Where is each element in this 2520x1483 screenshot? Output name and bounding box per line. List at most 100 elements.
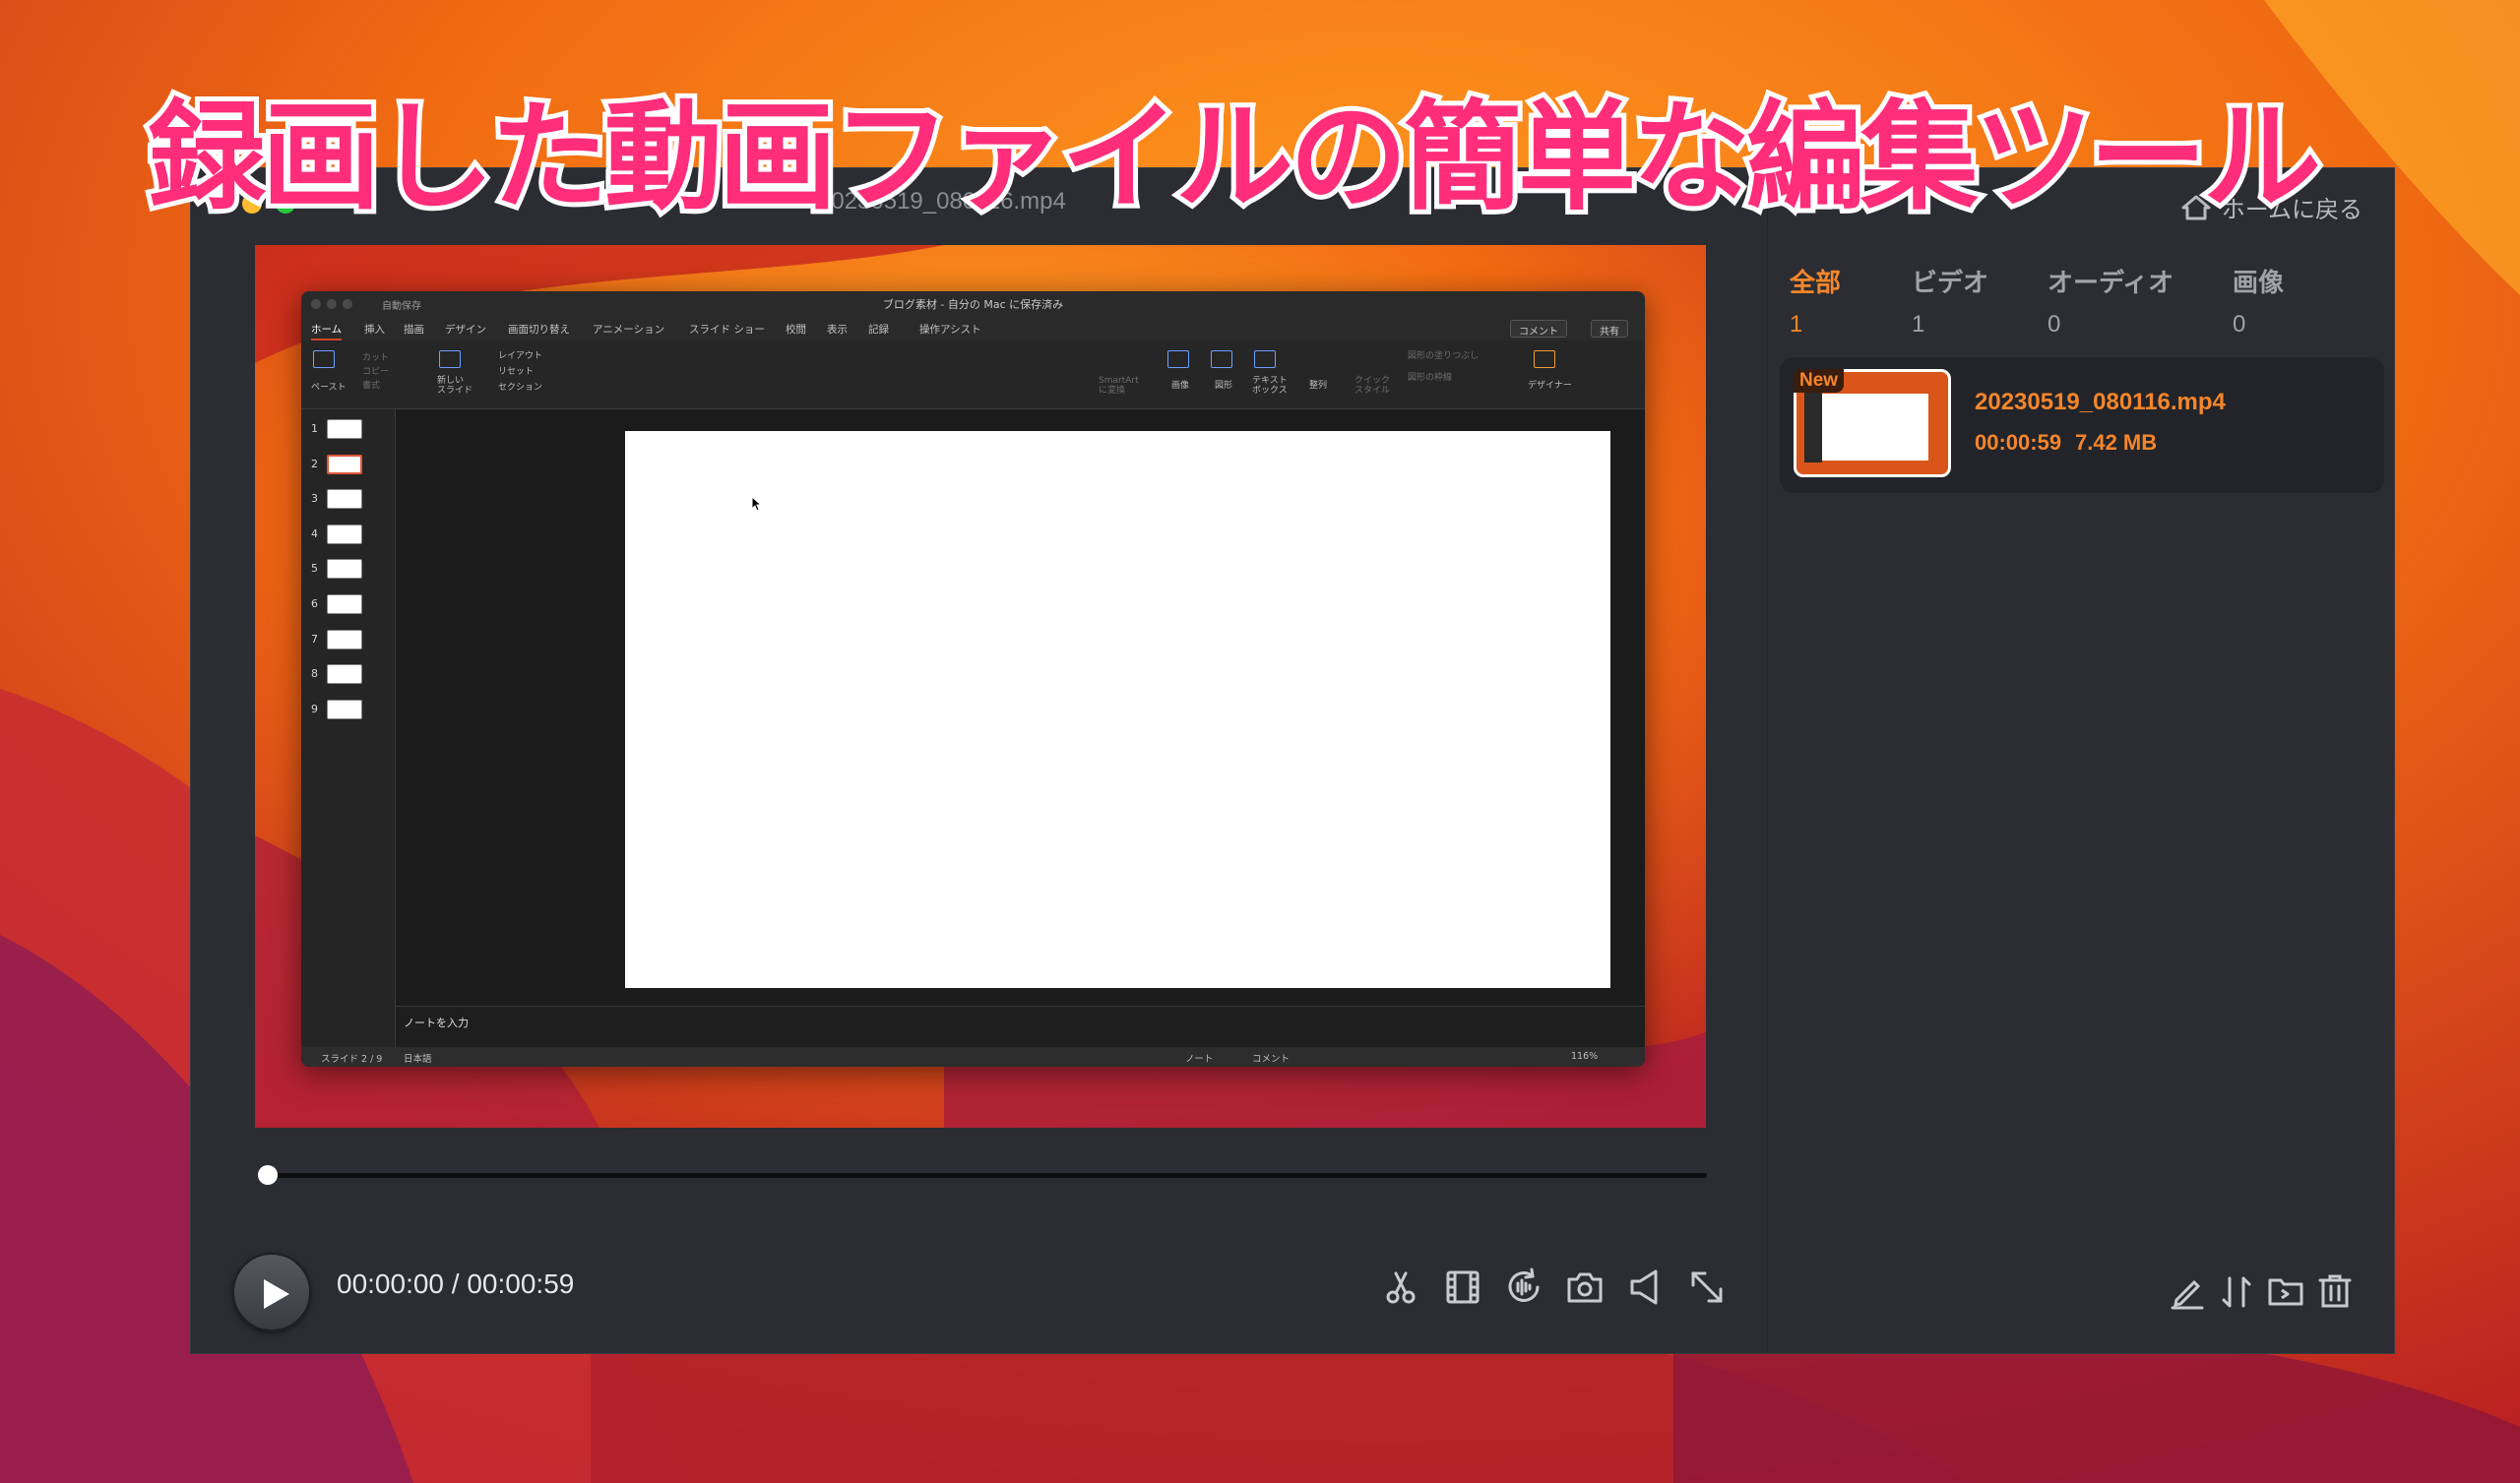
ppt-smartart-label: SmartArt に変換 — [1099, 376, 1139, 396]
filter-tab-video[interactable]: ビデオ 1 — [1912, 263, 1988, 339]
volume-button[interactable] — [1624, 1266, 1668, 1309]
filter-tab-all[interactable]: 全部 1 — [1790, 263, 1841, 339]
filter-tab-image[interactable]: 画像 0 — [2233, 263, 2284, 339]
edit-button[interactable] — [2167, 1270, 2208, 1312]
open-folder-button[interactable] — [2265, 1270, 2306, 1312]
time-readout: 00:00:00 / 00:00:59 — [337, 1268, 574, 1300]
new-slide-icon — [439, 350, 461, 368]
ppt-reset-label: リセット — [498, 367, 535, 377]
ppt-paste-label: ペースト — [311, 383, 346, 393]
ppt-tab: スライド ショー — [689, 324, 765, 336]
ppt-tab: 挿入 — [364, 324, 385, 336]
slide-thumbnail-number: 7 — [311, 632, 318, 646]
audio-effect-button[interactable] — [1502, 1266, 1545, 1309]
ppt-tab: 操作アシスト — [919, 324, 981, 336]
snapshot-button[interactable] — [1563, 1266, 1606, 1309]
file-duration: 00:00:59 — [1975, 430, 2062, 455]
textbox-icon — [1254, 350, 1276, 368]
ppt-notes-toggle: ノート — [1185, 1054, 1214, 1065]
ppt-picture-label: 画像 — [1171, 381, 1190, 391]
ppt-zoom-level: 116% — [1571, 1051, 1599, 1062]
trash-icon — [2318, 1274, 2352, 1308]
filter-tab-label: ビデオ — [1912, 268, 1989, 297]
ppt-share-button: 共有 — [1591, 320, 1628, 338]
ppt-tab: ホーム — [311, 322, 343, 340]
ppt-ribbon: ペースト カット コピー 書式 新しい スライド レイアウト リセット セクショ… — [301, 340, 1645, 409]
sort-button[interactable] — [2216, 1270, 2257, 1312]
file-name: 20230519_080116.mp4 — [1975, 389, 2226, 415]
ppt-tab: アニメーション — [593, 324, 665, 336]
slide-thumbnail-number: 9 — [311, 702, 318, 715]
thumbnail-slide — [1822, 394, 1928, 461]
ppt-slide-counter: スライド 2 / 9 — [321, 1054, 383, 1065]
slide-thumbnail — [327, 594, 362, 614]
ppt-section-label: セクション — [498, 383, 543, 393]
ppt-status-bar: スライド 2 / 9 日本語 ノート コメント 116% — [301, 1047, 1645, 1067]
edit-icon — [2171, 1279, 2204, 1310]
filter-tab-label: 全部 — [1790, 268, 1842, 297]
ppt-tab: 表示 — [827, 324, 848, 336]
ppt-format-label: 書式 — [362, 381, 381, 391]
video-preview[interactable]: 自動保存 ブログ素材 - 自分の Mac に保存済み ホーム 挿入 描画 デザイ… — [255, 245, 1706, 1128]
ppt-new-slide-label: 新しい スライド — [437, 376, 473, 396]
slide-thumbnail-number: 6 — [311, 597, 318, 610]
ppt-tab: 画面切り替え — [508, 324, 570, 336]
cut-tool-button[interactable] — [1380, 1266, 1423, 1309]
filter-tab-count: 1 — [1912, 311, 1925, 338]
seek-handle[interactable] — [258, 1165, 278, 1185]
audio-effect-icon — [1508, 1267, 1540, 1302]
ppt-slide-thumbnails: 1 2 3 4 5 6 7 8 9 — [301, 409, 396, 1047]
filter-tab-audio[interactable]: オーディオ 0 — [2048, 263, 2174, 339]
filter-tab-label: 画像 — [2233, 268, 2285, 297]
editor-window: 20230519_080116.mp4 ホームに戻る 自動保存 ブログ素材 - … — [190, 167, 2395, 1354]
scissors-icon — [1386, 1271, 1416, 1304]
slide-thumbnail — [327, 699, 362, 719]
expand-icon — [1691, 1271, 1723, 1303]
slide-thumbnail — [327, 489, 362, 510]
ppt-slide-canvas — [396, 409, 1645, 1021]
delete-button[interactable] — [2314, 1270, 2356, 1312]
slide-thumbnail-number: 1 — [311, 422, 318, 435]
ppt-cut-label: カット — [362, 353, 390, 363]
volume-icon — [1630, 1269, 1658, 1305]
film-trim-icon — [1446, 1270, 1480, 1304]
slide-thumbnail-number: 5 — [311, 562, 318, 576]
filter-tab-count: 1 — [1790, 311, 1803, 338]
fullscreen-button[interactable] — [1685, 1266, 1729, 1309]
ppt-language: 日本語 — [404, 1054, 432, 1065]
paste-icon — [313, 350, 335, 368]
current-time: 00:00:00 — [337, 1268, 444, 1299]
ppt-shape-fill-label: 図形の塗りつぶし — [1408, 351, 1480, 361]
shapes-icon — [1211, 350, 1232, 368]
ppt-notes-pane: ノートを入力 — [396, 1006, 1645, 1047]
play-icon — [264, 1279, 289, 1309]
seek-bar[interactable] — [258, 1165, 1707, 1185]
picture-icon — [1167, 350, 1189, 368]
ppt-textbox-label: テキスト ボックス — [1252, 376, 1288, 396]
slide-thumbnail — [327, 419, 362, 439]
ppt-shape-outline-label: 図形の枠線 — [1408, 373, 1453, 383]
ppt-copy-label: コピー — [362, 367, 390, 377]
trim-tool-button[interactable] — [1441, 1266, 1484, 1309]
media-library-panel: 全部 1 ビデオ 1 オーディオ 0 画像 0 New 20230519_080… — [1768, 239, 2394, 1353]
thumbnail-sidebar — [1804, 384, 1822, 463]
slide-thumbnail-number: 4 — [311, 526, 318, 540]
designer-icon — [1534, 350, 1555, 368]
banner-title: 録画した動画ファイルの簡単な編集ツール — [143, 85, 2326, 231]
slide-thumbnail-number: 8 — [311, 667, 318, 681]
play-button[interactable] — [232, 1253, 311, 1331]
ppt-arrange-label: 整列 — [1309, 381, 1328, 391]
ppt-comments-toggle: コメント — [1252, 1054, 1291, 1065]
ppt-title-bar: 自動保存 ブログ素材 - 自分の Mac に保存済み — [301, 291, 1645, 317]
ppt-current-slide — [625, 431, 1610, 988]
media-file-card[interactable]: New 20230519_080116.mp4 00:00:59 7.42 MB — [1780, 357, 2384, 493]
slide-thumbnail — [327, 629, 362, 649]
slide-thumbnail — [327, 559, 362, 580]
camera-icon — [1567, 1272, 1603, 1303]
slide-thumbnail-number: 3 — [311, 492, 318, 506]
ppt-ribbon-tabs: ホーム 挿入 描画 デザイン 画面切り替え アニメーション スライド ショー 校… — [301, 317, 1645, 340]
ppt-notes-placeholder: ノートを入力 — [404, 1017, 469, 1029]
time-separator: / — [451, 1268, 460, 1299]
filter-tab-count: 0 — [2233, 311, 2246, 338]
slide-thumbnail — [327, 664, 362, 685]
